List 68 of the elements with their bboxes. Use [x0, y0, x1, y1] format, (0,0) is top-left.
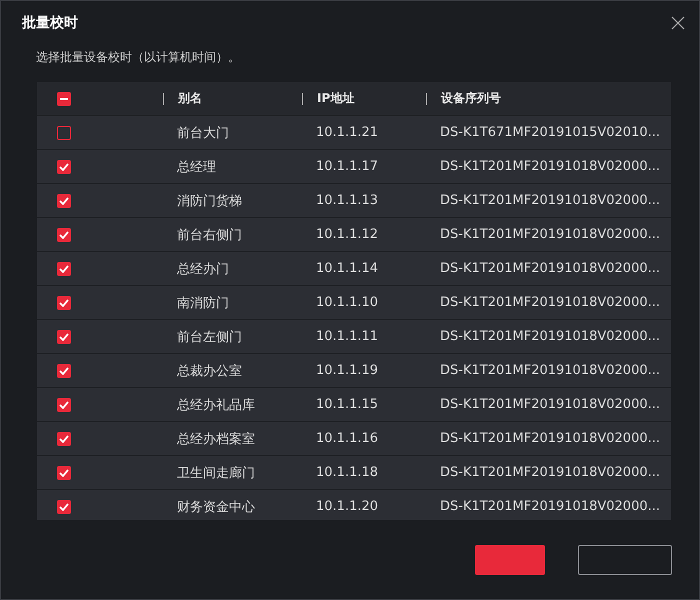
table-cell-text: 10.1.1.16	[315, 431, 380, 446]
check-icon	[59, 468, 69, 476]
table-cell-text: 10.1.1.17	[315, 159, 380, 174]
table-cell-text: 10.1.1.12	[315, 227, 380, 242]
minus-icon	[60, 98, 68, 100]
table-cell-text: DS-K1T201MF20191018V02000...	[439, 431, 662, 446]
check-icon	[59, 366, 69, 374]
table-cell-text: DS-K1T201MF20191018V02000...	[439, 397, 662, 412]
close-icon[interactable]	[671, 16, 685, 30]
column-header[interactable]: 别名	[164, 90, 202, 107]
table-cell-text: 10.1.1.20	[315, 499, 380, 514]
table-cell-text: 10.1.1.15	[315, 397, 380, 412]
table-cell-text: DS-K1T201MF20191018V02000...	[439, 363, 662, 378]
table-cell-text: 总经理	[176, 158, 217, 176]
table-cell-text: DS-K1T201MF20191018V02000...	[439, 295, 662, 310]
table-cell-text: 财务资金中心	[176, 498, 256, 516]
table-cell-text: DS-K1T201MF20191018V02000...	[439, 329, 662, 344]
checkbox[interactable]	[57, 228, 71, 242]
table-cell-text: 10.1.1.11	[315, 329, 380, 344]
checkbox[interactable]	[57, 500, 71, 514]
check-icon	[59, 264, 69, 272]
table-cell-text: 10.1.1.14	[315, 261, 380, 276]
checkbox[interactable]	[57, 296, 71, 310]
check-icon	[59, 298, 69, 306]
table-cell-text: 前台左侧门	[176, 328, 243, 346]
table-cell-text: 卫生间走廊门	[176, 464, 256, 482]
table-cell-text: 10.1.1.13	[315, 193, 380, 208]
table-cell-text: 前台右侧门	[176, 226, 243, 244]
checkbox[interactable]	[57, 194, 71, 208]
table-cell-text: 10.1.1.10	[315, 295, 380, 310]
table-cell-text: DS-K1T201MF20191018V02000...	[439, 261, 662, 276]
checkbox[interactable]	[57, 466, 71, 480]
checkbox[interactable]	[57, 160, 71, 174]
table-cell-text: 总经办档案室	[176, 430, 256, 448]
table-cell-text: DS-K1T671MF20191015V02010...	[439, 125, 662, 140]
table-cell-text: DS-K1T201MF20191018V02000...	[439, 465, 662, 480]
table-cell-text: 南消防门	[176, 294, 230, 312]
instruction-text: 选择批量设备校时（以计算机时间）。	[36, 49, 241, 66]
column-header[interactable]: IP地址	[303, 90, 354, 107]
column-header[interactable]: 设备序列号	[427, 90, 501, 107]
table-cell-text: 前台大门	[176, 124, 230, 142]
checkbox[interactable]	[57, 262, 71, 276]
checkbox[interactable]	[57, 330, 71, 344]
table-cell-text: DS-K1T201MF20191018V02000...	[439, 227, 662, 242]
table-cell-text: 总裁办公室	[176, 362, 243, 380]
table-cell-text: 10.1.1.18	[315, 465, 380, 480]
check-icon	[59, 400, 69, 408]
secondary-button[interactable]	[578, 545, 672, 575]
check-icon	[59, 162, 69, 170]
checkbox[interactable]	[57, 432, 71, 446]
table-cell-text: DS-K1T201MF20191018V02000...	[439, 159, 662, 174]
table-cell-text: 消防门货梯	[176, 192, 243, 210]
dialog-title: 批量校时	[22, 14, 78, 32]
checkbox[interactable]	[57, 92, 71, 106]
table-cell-text: 总经办礼品库	[176, 396, 256, 414]
check-icon	[59, 332, 69, 340]
checkbox[interactable]	[57, 398, 71, 412]
table-cell-text: DS-K1T201MF20191018V02000...	[439, 499, 662, 514]
check-icon	[59, 502, 69, 510]
table-cell-text: DS-K1T201MF20191018V02000...	[439, 193, 662, 208]
table-cell-text: 10.1.1.19	[315, 363, 380, 378]
check-icon	[59, 230, 69, 238]
check-icon	[59, 434, 69, 442]
check-icon	[59, 196, 69, 204]
checkbox[interactable]	[57, 126, 71, 140]
checkbox[interactable]	[57, 364, 71, 378]
table-cell-text: 总经办门	[176, 260, 230, 278]
table-cell-text: 10.1.1.21	[315, 125, 380, 140]
